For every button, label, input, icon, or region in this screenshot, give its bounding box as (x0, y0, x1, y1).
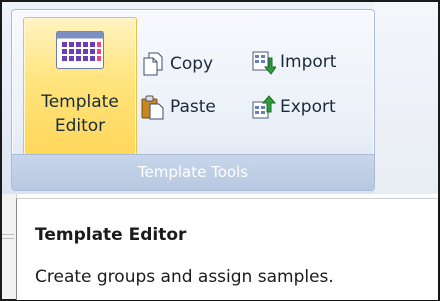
paste-button[interactable]: Paste (140, 93, 216, 121)
export-button[interactable]: Export (250, 93, 336, 121)
import-icon (252, 51, 276, 75)
copy-label: Copy (170, 54, 214, 74)
copy-icon (143, 52, 163, 76)
template-tools-group: Template Editor Copy Paste Import Export… (11, 9, 375, 191)
import-label: Import (280, 52, 337, 72)
export-label: Export (280, 97, 336, 117)
tooltip: Template Editor Create groups and assign… (16, 198, 438, 300)
import-button[interactable]: Import (250, 48, 336, 76)
paste-label: Paste (170, 97, 216, 117)
background-window-edge (2, 194, 17, 299)
copy-button[interactable]: Copy (140, 50, 213, 78)
ribbon: Template Editor Copy Paste Import Export… (2, 2, 438, 194)
tooltip-title: Template Editor (35, 225, 187, 245)
group-label: Template Tools (12, 154, 374, 190)
template-editor-label-line1: Template (41, 92, 119, 112)
template-grid-icon (56, 31, 104, 69)
template-editor-button[interactable]: Template Editor (23, 17, 137, 156)
template-editor-label: Template Editor (24, 90, 136, 138)
paste-icon (141, 95, 164, 120)
tooltip-description: Create groups and assign samples. (35, 267, 334, 287)
ribbon-empty-area (374, 2, 438, 194)
export-icon (252, 95, 276, 119)
app-window: Template Editor Copy Paste Import Export… (0, 0, 440, 301)
template-editor-label-line2: Editor (54, 116, 106, 136)
